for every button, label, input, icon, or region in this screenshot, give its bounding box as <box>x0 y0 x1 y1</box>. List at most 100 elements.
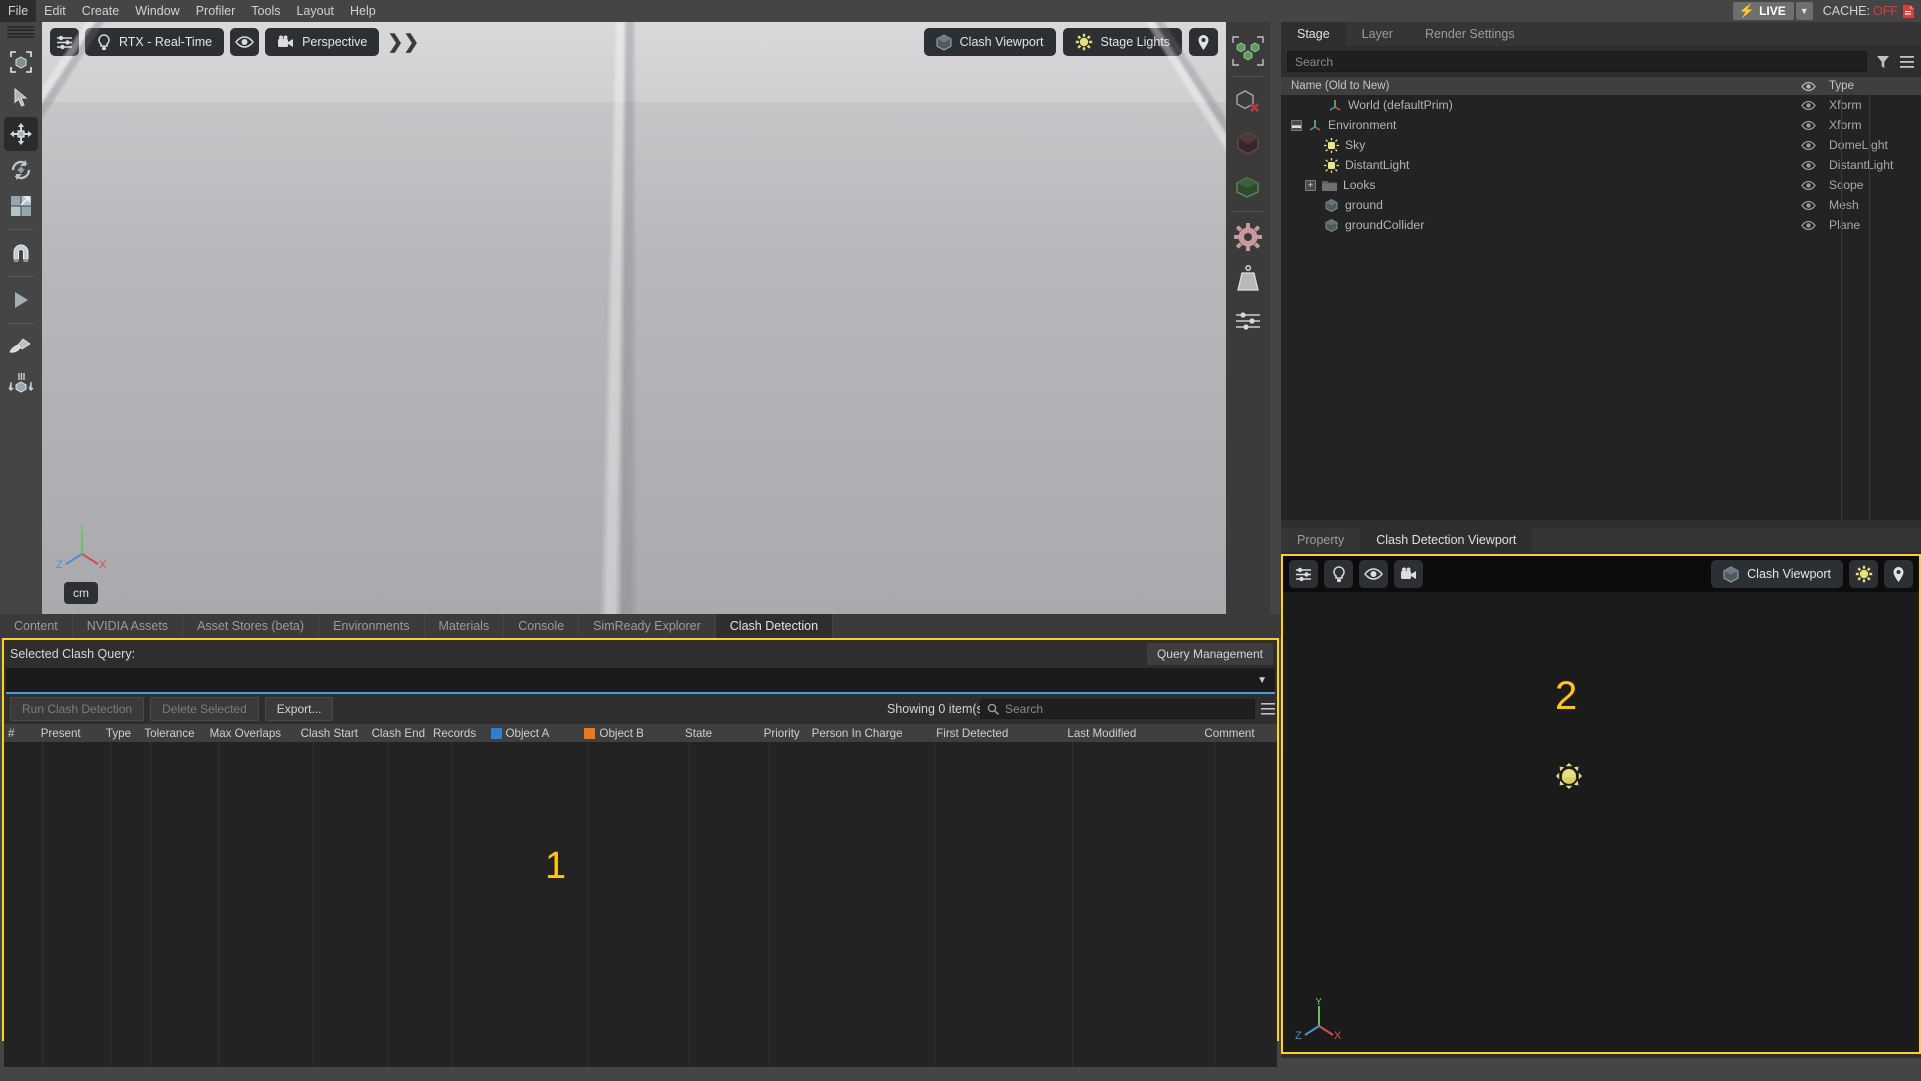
stage-tree-row[interactable]: ground Mesh <box>1281 195 1921 215</box>
delete-selected-button[interactable]: Delete Selected <box>150 697 259 721</box>
menu-create[interactable]: Create <box>74 0 128 22</box>
column-first-detected[interactable]: First Detected <box>932 727 1063 740</box>
delete-cube-icon[interactable] <box>1230 84 1266 120</box>
column-clash-end[interactable]: Clash End <box>368 727 429 740</box>
hamburger-icon[interactable] <box>1899 54 1915 70</box>
weight-icon[interactable] <box>1230 261 1266 297</box>
green-cube-icon[interactable] <box>1230 168 1266 204</box>
hamburger-icon[interactable] <box>1261 703 1275 715</box>
stage-search-input[interactable]: Search <box>1287 51 1867 72</box>
row-expander-expand[interactable]: + <box>1305 179 1316 191</box>
visibility-eye-icon[interactable] <box>1795 100 1821 111</box>
run-clash-detection-button[interactable]: Run Clash Detection <box>10 697 145 721</box>
menu-layout[interactable]: Layout <box>288 0 342 22</box>
column-comment[interactable]: Comment <box>1200 727 1277 740</box>
live-dropdown-button[interactable]: ▼ <box>1795 2 1813 20</box>
query-management-button[interactable]: Query Management <box>1146 643 1273 665</box>
stage-tree-row[interactable]: Sky DomeLight <box>1281 135 1921 155</box>
tab-property[interactable]: Property <box>1281 528 1361 552</box>
menu-window[interactable]: Window <box>127 0 187 22</box>
column-priority[interactable]: Priority <box>760 727 808 740</box>
tab-stage[interactable]: Stage <box>1281 22 1346 46</box>
scale-tool-icon[interactable] <box>4 189 38 223</box>
physics-drop-icon[interactable] <box>4 366 38 400</box>
eye-icon[interactable] <box>1359 560 1388 588</box>
visibility-eye-icon[interactable] <box>1795 220 1821 231</box>
visibility-eye-icon[interactable] <box>1795 140 1821 151</box>
live-button[interactable]: ⚡ LIVE <box>1732 2 1794 20</box>
play-icon[interactable] <box>4 283 38 317</box>
column-index[interactable]: # <box>4 727 37 740</box>
menu-edit[interactable]: Edit <box>36 0 74 22</box>
clash-table-search-input[interactable]: Search <box>980 699 1255 719</box>
tab-clash-detection[interactable]: Clash Detection <box>715 614 834 638</box>
tab-environments[interactable]: Environments <box>319 614 425 638</box>
menu-file[interactable]: File <box>0 0 37 22</box>
column-max-overlaps[interactable]: Max Overlaps <box>206 727 297 740</box>
clash-viewport-button[interactable]: Clash Viewport <box>1711 560 1843 588</box>
snap-magnet-icon[interactable] <box>4 236 38 270</box>
clash-table-body[interactable]: 1 <box>4 742 1277 1067</box>
lightbulb-icon[interactable] <box>1324 560 1353 588</box>
clash-query-dropdown[interactable]: ▼ <box>6 668 1275 694</box>
tab-materials[interactable]: Materials <box>424 614 505 638</box>
toolbar-drag-handle[interactable] <box>7 26 35 38</box>
column-person-in-charge[interactable]: Person In Charge <box>808 727 933 740</box>
main-viewport[interactable]: RTX - Real-Time Perspective ❯❯ Clash Vie… <box>42 22 1226 614</box>
menu-help[interactable]: Help <box>342 0 384 22</box>
cursor-select-icon[interactable] <box>4 81 38 115</box>
menu-tools[interactable]: Tools <box>243 0 288 22</box>
stage-column-type[interactable]: Type <box>1821 80 1921 92</box>
stage-tree-row[interactable]: + Looks Scope <box>1281 175 1921 195</box>
clash-viewport-light-gizmo[interactable] <box>1555 762 1583 790</box>
column-clash-start[interactable]: Clash Start <box>297 727 368 740</box>
tab-content[interactable]: Content <box>0 614 73 638</box>
sliders-icon[interactable] <box>50 28 79 56</box>
gear-icon[interactable] <box>1230 219 1266 255</box>
clash-detection-viewport[interactable]: Clash Viewport 2 Y X Z <box>1281 554 1921 1054</box>
sliders-icon[interactable] <box>1289 560 1318 588</box>
double-chevron-right-icon[interactable]: ❯❯ <box>387 31 419 54</box>
camera-icon[interactable] <box>1394 560 1423 588</box>
tab-console[interactable]: Console <box>504 614 580 638</box>
column-tolerance[interactable]: Tolerance <box>140 727 205 740</box>
eye-icon[interactable] <box>230 28 260 56</box>
stage-tree-row[interactable]: World (defaultPrim) Xform <box>1281 95 1921 115</box>
select-bounds-icon[interactable] <box>4 45 38 79</box>
document-icon[interactable] <box>1902 4 1915 19</box>
column-state[interactable]: State <box>681 727 760 740</box>
visibility-eye-icon[interactable] <box>1795 160 1821 171</box>
tab-render-settings[interactable]: Render Settings <box>1408 22 1531 46</box>
stage-tree-row[interactable]: DistantLight DistantLight <box>1281 155 1921 175</box>
sun-icon[interactable] <box>1849 560 1878 588</box>
tab-asset-stores[interactable]: Asset Stores (beta) <box>183 614 320 638</box>
tab-nvidia-assets[interactable]: NVIDIA Assets <box>72 614 184 638</box>
map-pin-icon[interactable] <box>1189 28 1218 56</box>
column-object-b[interactable]: Object B <box>580 727 681 740</box>
tab-simready-explorer[interactable]: SimReady Explorer <box>579 614 716 638</box>
rotate-tool-icon[interactable] <box>4 153 38 187</box>
stage-lights-button[interactable]: Stage Lights <box>1062 28 1182 56</box>
column-type[interactable]: Type <box>102 727 140 740</box>
column-object-a[interactable]: Object A <box>487 727 581 740</box>
visibility-eye-icon[interactable] <box>1795 120 1821 131</box>
move-tool-icon[interactable] <box>4 117 38 151</box>
column-records[interactable]: Records <box>429 727 487 740</box>
column-present[interactable]: Present <box>37 727 102 740</box>
export-button[interactable]: Export... <box>264 697 334 721</box>
clash-viewport-button[interactable]: Clash Viewport <box>923 28 1056 56</box>
tab-clash-detection-viewport[interactable]: Clash Detection Viewport <box>1360 528 1533 552</box>
map-pin-icon[interactable] <box>1884 560 1913 588</box>
stage-tree-row[interactable]: ▬ Environment Xform <box>1281 115 1921 135</box>
tab-layer[interactable]: Layer <box>1345 22 1409 46</box>
row-expander-collapse[interactable]: ▬ <box>1291 119 1302 131</box>
camera-selector[interactable]: Perspective <box>265 28 380 56</box>
renderer-selector[interactable]: RTX - Real-Time <box>85 28 225 56</box>
menu-profiler[interactable]: Profiler <box>188 0 244 22</box>
stage-column-name[interactable]: Name (Old to New) <box>1281 80 1795 92</box>
visibility-eye-icon[interactable] <box>1795 180 1821 191</box>
settings-sliders-icon[interactable] <box>1230 303 1266 339</box>
stage-tree-body[interactable]: World (defaultPrim) Xform ▬ Environment <box>1281 95 1921 520</box>
dark-cube-icon[interactable] <box>1230 126 1266 162</box>
paint-brush-icon[interactable] <box>4 330 38 364</box>
